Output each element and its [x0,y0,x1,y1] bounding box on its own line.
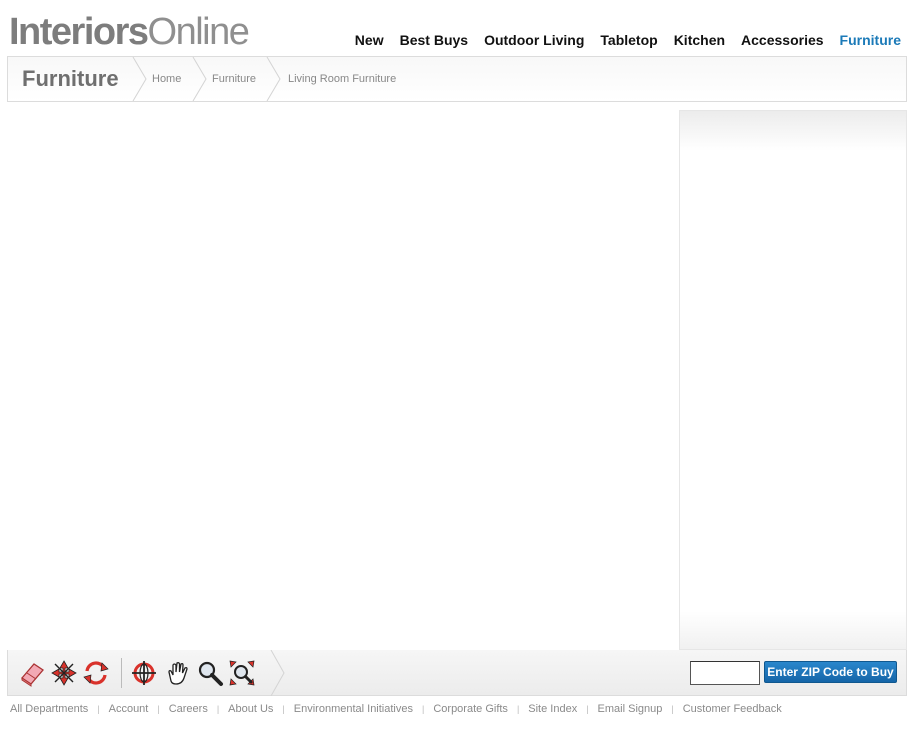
footer-divider: | [282,704,285,714]
pan-arrows-icon[interactable] [50,659,78,687]
breadcrumb-living-room-furniture[interactable]: Living Room Furniture [288,73,396,85]
footer-environmental-initiatives[interactable]: Environmental Initiatives [294,703,413,715]
zip-code-input[interactable] [690,661,760,685]
footer-about-us[interactable]: About Us [228,703,273,715]
footer-divider: | [157,704,160,714]
zoom-icon[interactable] [196,659,224,687]
footer-corporate-gifts[interactable]: Corporate Gifts [433,703,508,715]
eraser-icon[interactable] [18,659,46,687]
footer-divider: | [516,704,520,714]
footer-divider: | [586,704,589,714]
footer-customer-feedback[interactable]: Customer Feedback [683,703,782,715]
top-navigation: New Best Buys Outdoor Living Tabletop Ki… [339,32,901,48]
product-info-panel [679,110,907,650]
toolbar-separator-icon [270,650,285,696]
footer-divider: | [422,704,425,714]
footer-site-index[interactable]: Site Index [528,703,577,715]
page-title: Furniture [22,66,119,91]
nav-best-buys[interactable]: Best Buys [400,32,468,48]
hand-icon[interactable] [164,659,192,687]
viewer-toolbar: Enter ZIP Code to Buy [7,650,907,696]
breadcrumb-separator-icon [266,57,281,101]
orbit-icon[interactable] [82,659,110,687]
footer-divider: | [216,704,220,714]
nav-tabletop[interactable]: Tabletop [600,32,657,48]
breadcrumb-furniture[interactable]: Furniture [212,73,256,85]
nav-accessories[interactable]: Accessories [741,32,824,48]
footer-careers[interactable]: Careers [169,703,208,715]
nav-furniture[interactable]: Furniture [840,32,901,48]
footer-account[interactable]: Account [109,703,149,715]
nav-outdoor-living[interactable]: Outdoor Living [484,32,584,48]
breadcrumb-separator-icon [192,57,207,101]
footer-divider: | [97,704,100,714]
footer-all-departments[interactable]: All Departments [10,703,88,715]
breadcrumb-home[interactable]: Home [152,73,181,85]
site-logo[interactable]: InteriorsOnline [9,10,250,54]
breadcrumb-separator-icon [132,57,147,101]
enter-zip-button[interactable]: Enter ZIP Code to Buy [764,661,897,683]
zoom-extents-icon[interactable] [228,659,256,687]
logo-part-2: Online [147,11,250,53]
footer-divider: | [671,704,674,714]
product-3d-viewer[interactable] [7,110,679,650]
look-around-icon[interactable] [130,659,158,687]
nav-new[interactable]: New [355,32,384,48]
breadcrumb: Furniture Home Furniture Living Room Fur… [7,56,907,102]
nav-kitchen[interactable]: Kitchen [674,32,725,48]
footer-links: All Departments | Account | Careers | About… [10,703,782,715]
footer-email-signup[interactable]: Email Signup [598,703,663,715]
logo-part-1: Interiors [9,11,149,53]
toolbar-divider [121,658,122,688]
